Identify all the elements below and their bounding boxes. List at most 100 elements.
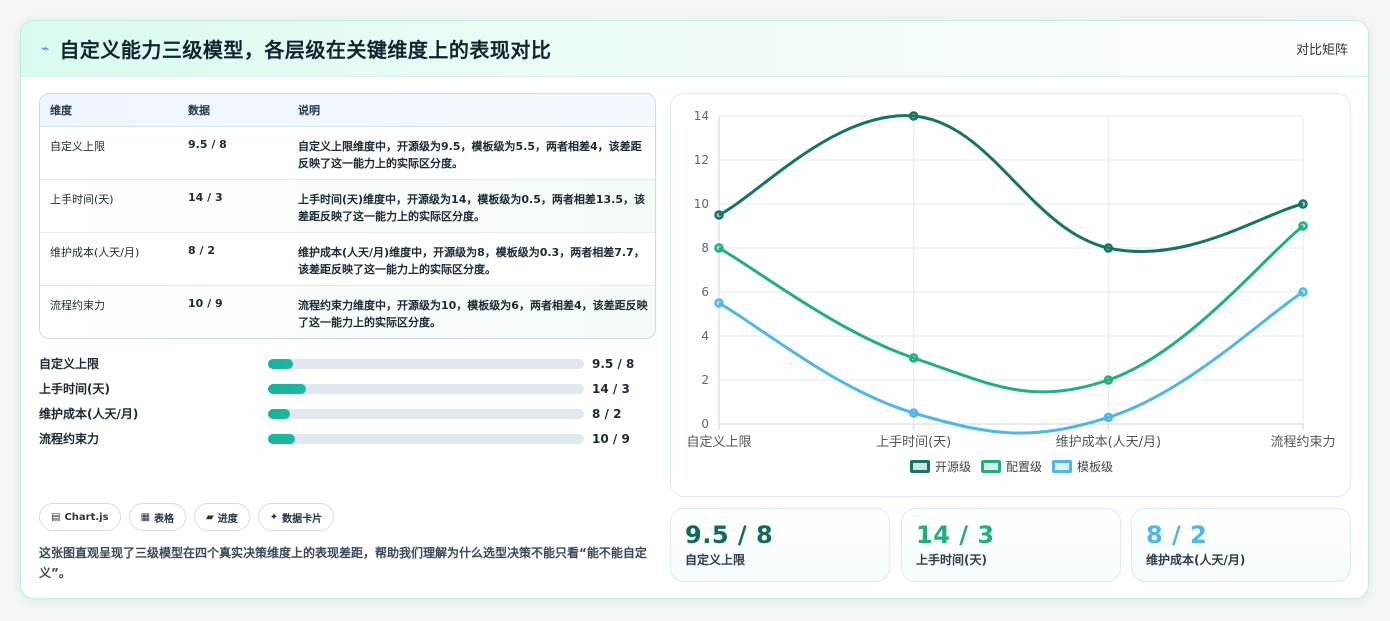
row-description: 自定义上限维度中，开源级为9.5，模板级为5.5，两者相差4，该差距反映了这一能… bbox=[298, 140, 642, 170]
x-tick-label: 流程约束力 bbox=[1270, 435, 1335, 450]
page-title: 自定义能力三级模型，各层级在关键维度上的表现对比 bbox=[59, 38, 552, 62]
stat-value: 8 / 2 bbox=[1146, 521, 1208, 549]
legend-label: 模板级 bbox=[1077, 460, 1114, 474]
y-tick-label: 14 bbox=[694, 109, 709, 123]
y-tick-label: 2 bbox=[701, 373, 709, 387]
y-tick-label: 8 bbox=[701, 241, 709, 255]
y-tick-label: 6 bbox=[701, 285, 709, 299]
column-header: 说明 bbox=[298, 103, 320, 117]
data-point bbox=[1103, 412, 1114, 423]
y-tick-label: 10 bbox=[694, 197, 709, 211]
row-description: 维护成本(人天/月)维度中，开源级为8，模板级为0.3，两者相差7.7，该差距反… bbox=[298, 246, 645, 276]
stat-card: 14 / 3 上手时间(天) bbox=[901, 508, 1121, 582]
chart-legend: 开源级 配置级 模板级 bbox=[671, 458, 1352, 475]
series-line-1 bbox=[718, 114, 1304, 254]
legend-swatch bbox=[909, 460, 930, 473]
table-row: 流程约束力 10 / 9 流程约束力维度中，开源级为10，模板级为6，两者相差4… bbox=[40, 286, 655, 338]
data-point bbox=[908, 408, 919, 418]
progress-track bbox=[268, 358, 584, 369]
chart-icon: ▤ bbox=[51, 511, 61, 523]
progress-icon: ▰ bbox=[206, 511, 214, 523]
progress-value: 14 / 3 bbox=[592, 381, 630, 396]
progress-label: 维护成本(人天/月) bbox=[39, 407, 139, 421]
progress-row: 上手时间(天) 14 / 3 bbox=[39, 376, 649, 401]
progress-label: 上手时间(天) bbox=[39, 382, 110, 396]
card-header: ⌁ 自定义能力三级模型，各层级在关键维度上的表现对比 对比矩阵 bbox=[21, 21, 1368, 77]
stat-label: 自定义上限 bbox=[685, 553, 746, 567]
progress-track bbox=[268, 433, 584, 444]
row-data: 14 / 3 bbox=[188, 191, 223, 204]
y-tick-label: 12 bbox=[694, 153, 709, 167]
row-description: 流程约束力维度中，开源级为10，模板级为6，两者相差4，该差距反映了这一能力上的… bbox=[298, 299, 648, 329]
stat-label: 维护成本(人天/月) bbox=[1146, 553, 1246, 567]
progress-value: 8 / 2 bbox=[592, 406, 622, 421]
progress-fill bbox=[268, 408, 291, 419]
data-point bbox=[714, 210, 724, 220]
row-dimension: 维护成本(人天/月) bbox=[50, 246, 140, 259]
legend-swatch bbox=[980, 460, 1001, 473]
data-point bbox=[1298, 199, 1308, 209]
x-tick-label: 自定义上限 bbox=[686, 435, 751, 450]
chip-label: 数据卡片 bbox=[282, 513, 323, 525]
progress-label: 流程约束力 bbox=[39, 432, 100, 446]
column-header: 数据 bbox=[188, 104, 210, 117]
y-tick-label: 0 bbox=[701, 417, 709, 431]
table-header: 维度 数据 说明 bbox=[40, 94, 655, 127]
series-line-2 bbox=[718, 224, 1304, 394]
data-point bbox=[714, 243, 724, 253]
legend-item[interactable]: 配置级 bbox=[980, 458, 1042, 475]
row-data: 10 / 9 bbox=[188, 297, 223, 310]
progress-track bbox=[268, 408, 584, 419]
data-point bbox=[908, 353, 919, 363]
summary-note: 这张图直观呈现了三级模型在四个真实决策维度上的表现差距，帮助我们理解为什么选型决… bbox=[39, 546, 647, 580]
tag-chips: ▤ Chart.js ▦ 表格 ▰ 进度 ✦ 数据卡片 bbox=[39, 503, 335, 531]
main-card: ⌁ 自定义能力三级模型，各层级在关键维度上的表现对比 对比矩阵 维度 数据 说明… bbox=[20, 20, 1369, 599]
data-point bbox=[1298, 287, 1308, 297]
chip-chartjs[interactable]: ▤ Chart.js bbox=[39, 503, 121, 531]
row-dimension: 自定义上限 bbox=[50, 140, 105, 153]
compare-matrix-link[interactable]: 对比矩阵 bbox=[1296, 39, 1348, 58]
legend-swatch bbox=[1052, 460, 1072, 473]
row-dimension: 流程约束力 bbox=[50, 299, 105, 312]
legend-item[interactable]: 模板级 bbox=[1052, 458, 1113, 475]
stat-value: 14 / 3 bbox=[916, 521, 995, 549]
x-tick-label: 上手时间(天) bbox=[876, 435, 951, 450]
data-point bbox=[1103, 243, 1114, 253]
progress-row: 自定义上限 9.5 / 8 bbox=[39, 351, 649, 376]
chip-progress[interactable]: ▰ 进度 bbox=[194, 503, 250, 531]
sparkle-icon: ✦ bbox=[269, 511, 279, 523]
column-header: 维度 bbox=[50, 104, 72, 117]
row-description: 上手时间(天)维度中，开源级为14，模板级为0.5，两者相差13.5，该差距反映… bbox=[298, 193, 645, 223]
progress-track bbox=[268, 383, 584, 394]
table-row: 上手时间(天) 14 / 3 上手时间(天)维度中，开源级为14，模板级为0.5… bbox=[40, 180, 655, 233]
table-row: 维护成本(人天/月) 8 / 2 维护成本(人天/月)维度中，开源级为8，模板级… bbox=[40, 233, 655, 286]
x-tick-label: 维护成本(人天/月) bbox=[1056, 435, 1162, 450]
progress-label: 自定义上限 bbox=[39, 357, 100, 371]
table-icon: ▦ bbox=[140, 511, 151, 523]
progress-fill bbox=[268, 383, 306, 394]
table-row: 自定义上限 9.5 / 8 自定义上限维度中，开源级为9.5，模板级为5.5，两… bbox=[40, 127, 655, 180]
legend-label: 配置级 bbox=[1005, 460, 1042, 474]
chart-svg: 0 2 4 6 8 10 12 14 自定义上限 上手时间(天) 维护成本(人天/月) 流程约束力 bbox=[686, 109, 1335, 450]
chip-table[interactable]: ▦ 表格 bbox=[128, 503, 187, 531]
progress-fill bbox=[268, 433, 295, 444]
data-table: 维度 数据 说明 自定义上限 9.5 / 8 自定义上限维度中，开源级为9.5，… bbox=[39, 93, 656, 339]
line-chart: 0 2 4 6 8 10 12 14 自定义上限 上手时间(天) 维护成本(人天/月) 流程约束力 开… bbox=[670, 93, 1351, 497]
legend-item[interactable]: 开源级 bbox=[909, 458, 971, 475]
row-dimension: 上手时间(天) bbox=[50, 193, 114, 206]
legend-label: 开源级 bbox=[934, 460, 971, 474]
data-point bbox=[714, 298, 724, 308]
y-tick-label: 4 bbox=[701, 329, 709, 343]
chip-label: 表格 bbox=[154, 513, 175, 525]
series-line-3 bbox=[718, 290, 1304, 435]
progress-value: 10 / 9 bbox=[592, 431, 630, 446]
data-point bbox=[1298, 221, 1308, 231]
row-data: 9.5 / 8 bbox=[188, 138, 227, 151]
stat-label: 上手时间(天) bbox=[916, 553, 987, 567]
stat-value: 9.5 / 8 bbox=[685, 521, 774, 549]
bolt-icon: ⌁ bbox=[41, 40, 50, 57]
stat-card: 9.5 / 8 自定义上限 bbox=[670, 508, 890, 582]
chip-data-cards[interactable]: ✦ 数据卡片 bbox=[257, 503, 335, 531]
progress-value: 9.5 / 8 bbox=[592, 356, 635, 371]
progress-fill bbox=[268, 358, 294, 369]
